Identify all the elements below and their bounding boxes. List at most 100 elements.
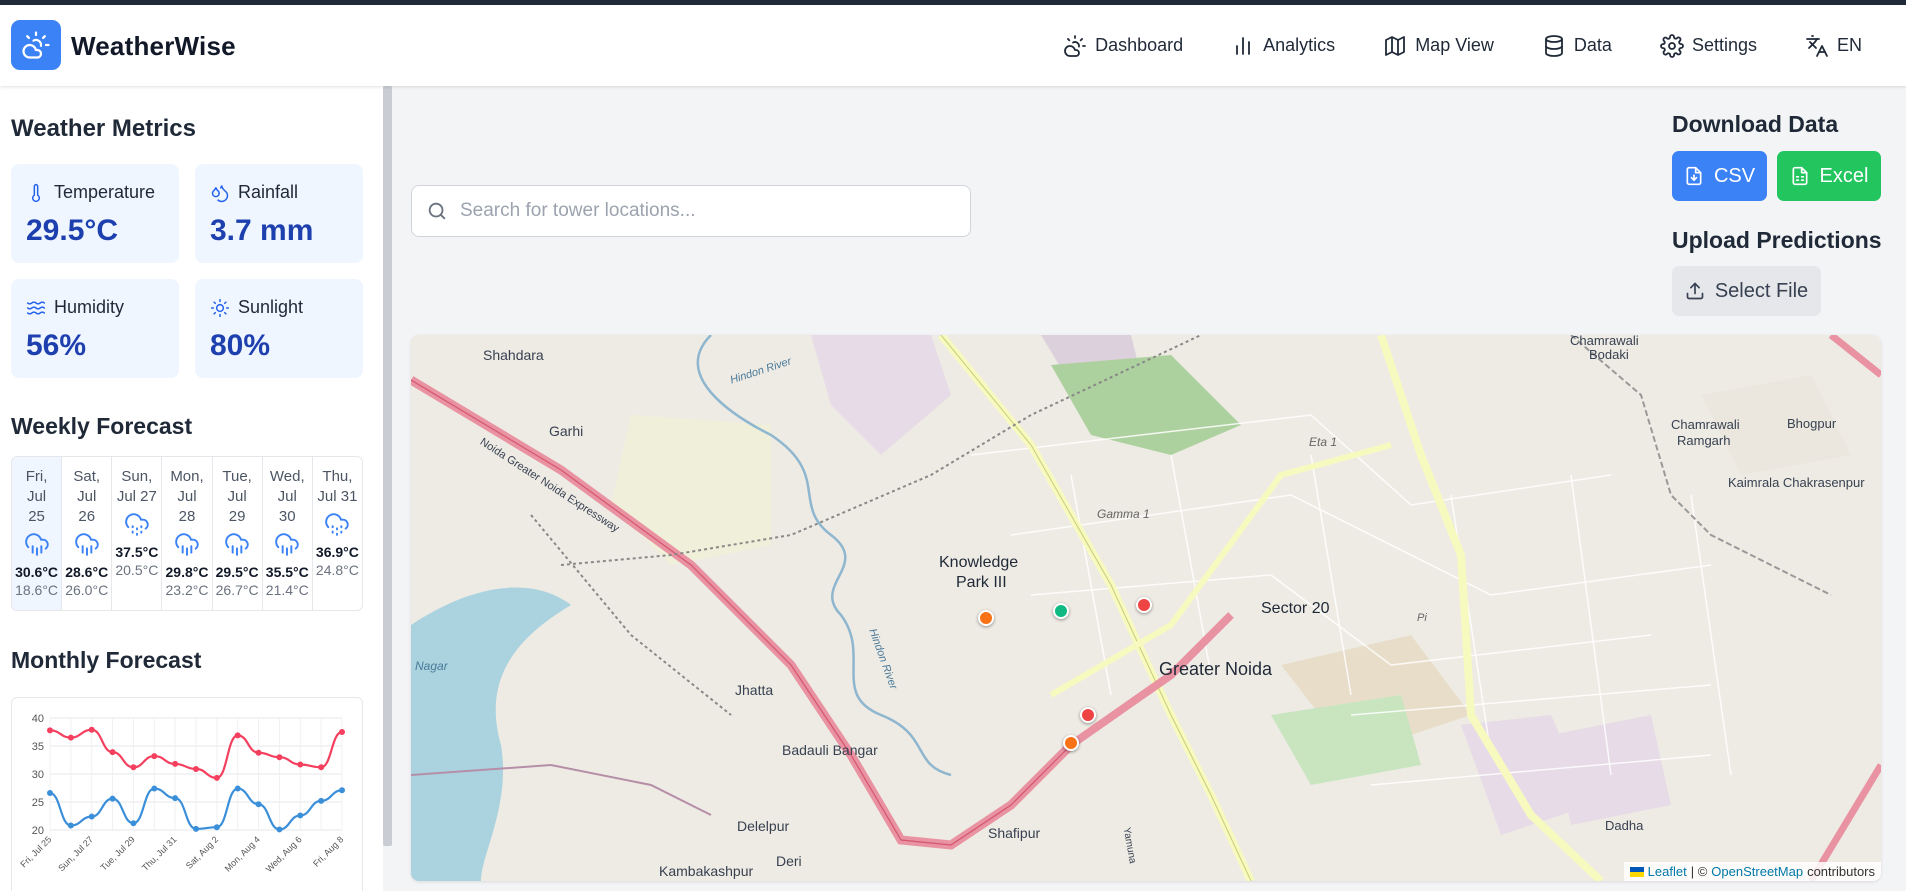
sun-icon: [210, 298, 230, 317]
data-point: [88, 813, 95, 820]
logo[interactable]: [11, 20, 61, 70]
day-high: 29.8°C: [165, 564, 209, 580]
sun-cloud-icon: [1064, 34, 1086, 57]
day-low: 20.5°C: [115, 562, 159, 578]
day-high: 28.6°C: [65, 564, 109, 580]
data-point: [339, 787, 345, 794]
leaflet-link[interactable]: Leaflet: [1648, 864, 1687, 879]
day-label-line2: Jul: [227, 488, 247, 505]
map-label: Gamma 1: [1097, 507, 1150, 521]
sun-cloud-logo-icon: [22, 31, 50, 59]
thermometer-icon: [31, 183, 41, 202]
nav-map-view-label: Map View: [1415, 35, 1494, 55]
weekly-day[interactable]: Tue, Jul 29 29.5°C 26.7°C: [213, 457, 263, 610]
data-point: [213, 824, 220, 831]
weekly-forecast: Fri, Jul 25 30.6°C 18.6°C Sat, Jul 26 28…: [11, 456, 363, 611]
nav-language[interactable]: EN: [1781, 26, 1886, 66]
day-low: 26.7°C: [215, 582, 259, 598]
map-label: Greater Noida: [1159, 659, 1273, 679]
day-label-line1: Tue,: [222, 468, 252, 485]
metric-rainfall-value: 3.7 mm: [210, 214, 314, 247]
data-point: [339, 729, 345, 735]
day-label-line3: 28: [178, 508, 196, 525]
csv-download-button[interactable]: CSV: [1672, 151, 1767, 201]
map-label: Jhatta: [735, 682, 774, 698]
metric-sunlight-value: 80%: [210, 329, 271, 362]
nav-analytics[interactable]: Analytics: [1207, 26, 1359, 66]
translate-icon: [1806, 34, 1828, 57]
weekly-day[interactable]: Thu, Jul 31 36.9°C 24.8°C: [313, 457, 362, 610]
data-point: [151, 753, 158, 760]
data-point: [109, 795, 116, 802]
attribution-suffix: contributors: [1807, 864, 1875, 879]
metric-temperature: Temperature 29.5°C: [11, 164, 179, 263]
excel-download-button[interactable]: Excel: [1777, 151, 1881, 201]
day-label-line2: Jul: [277, 488, 297, 505]
data-point: [172, 795, 179, 802]
data-point: [172, 760, 179, 767]
data-point: [109, 749, 116, 756]
data-point: [234, 785, 241, 792]
metric-temperature-value: 29.5°C: [26, 214, 119, 247]
main-nav: Dashboard Analytics Map View Data Settin…: [1039, 5, 1886, 86]
data-point: [67, 734, 74, 741]
tower-map[interactable]: Shahdara Garhi Hindon River Noida Greate…: [411, 335, 1881, 881]
app-window: WeatherWise Dashboard Analytics Map View…: [0, 5, 1906, 891]
weekly-day[interactable]: Sun, Jul 27 37.5°C 20.5°C: [112, 457, 163, 610]
tower-marker[interactable]: [1053, 603, 1069, 619]
cloud-rain-icon: [225, 533, 249, 556]
day-label-line1: Fri,: [25, 468, 48, 485]
data-point: [130, 764, 137, 771]
nav-data[interactable]: Data: [1518, 26, 1636, 66]
y-tick-label: 35: [32, 741, 44, 753]
upload-icon: [1686, 282, 1704, 300]
metric-sunlight-label-row: Sunlight: [210, 297, 303, 318]
weekly-day[interactable]: Fri, Jul 25 30.6°C 18.6°C: [12, 457, 63, 610]
nav-dashboard[interactable]: Dashboard: [1039, 26, 1207, 66]
osm-link[interactable]: OpenStreetMap: [1711, 864, 1803, 879]
weekly-day[interactable]: Wed, Jul 30 35.5°C 21.4°C: [263, 457, 313, 610]
day-label-line1: Sat,: [73, 468, 101, 485]
data-point: [297, 812, 304, 819]
select-file-button[interactable]: Select File: [1672, 266, 1821, 316]
tower-marker[interactable]: [1136, 597, 1152, 613]
day-high: 37.5°C: [115, 544, 159, 560]
day-low: 26.0°C: [65, 582, 109, 598]
y-tick-label: 30: [32, 769, 44, 781]
nav-language-label: EN: [1836, 35, 1862, 55]
weekly-day[interactable]: Sat, Jul 26 28.6°C 26.0°C: [62, 457, 113, 610]
nav-map-view[interactable]: Map View: [1359, 26, 1518, 66]
sidebar-scrollbar[interactable]: [383, 86, 392, 846]
day-label-line3: 25: [28, 508, 45, 525]
brand-name: WeatherWise: [71, 31, 236, 61]
tower-marker[interactable]: [978, 610, 994, 626]
x-tick-label: Tue, Jul 29: [99, 834, 137, 872]
day-high: 36.9°C: [315, 544, 359, 560]
map-label: Shafipur: [988, 825, 1041, 841]
metric-humidity-label: Humidity: [54, 297, 125, 317]
metric-humidity-label-row: Humidity: [26, 297, 124, 318]
map-label: Bodaki: [1589, 347, 1629, 362]
nav-settings-label: Settings: [1691, 35, 1757, 55]
monthly-forecast-chart: 20 25 30 35 40 Fri, Jul 25 Sun, Jul 27 Tue, Jul…: [11, 697, 363, 891]
tower-marker[interactable]: [1080, 707, 1096, 723]
cloud-drizzle-icon: [125, 513, 149, 536]
data-point: [151, 785, 158, 792]
metric-temperature-label-row: Temperature: [26, 182, 155, 203]
metrics-title: Weather Metrics: [11, 115, 196, 142]
tower-marker[interactable]: [1063, 735, 1079, 751]
map-label: Deri: [776, 853, 802, 869]
nav-settings[interactable]: Settings: [1636, 26, 1781, 66]
search-input[interactable]: [460, 200, 940, 222]
top-navbar: WeatherWise Dashboard Analytics Map View…: [0, 5, 1906, 86]
data-point: [88, 726, 95, 733]
nav-analytics-label: Analytics: [1263, 35, 1336, 55]
monthly-title: Monthly Forecast: [11, 647, 202, 673]
metric-temperature-label: Temperature: [54, 182, 156, 202]
weekly-day[interactable]: Mon, Jul 28 29.8°C 23.2°C: [162, 457, 213, 610]
x-tick-label: Thu, Jul 31: [140, 834, 179, 873]
waves-icon: [26, 300, 46, 315]
map-label: Park III: [956, 574, 1007, 591]
map-label: Nagar: [415, 659, 448, 673]
monthly-chart-svg: 20 25 30 35 40 Fri, Jul 25 Sun, Jul 27 Tue, Jul…: [18, 713, 345, 874]
